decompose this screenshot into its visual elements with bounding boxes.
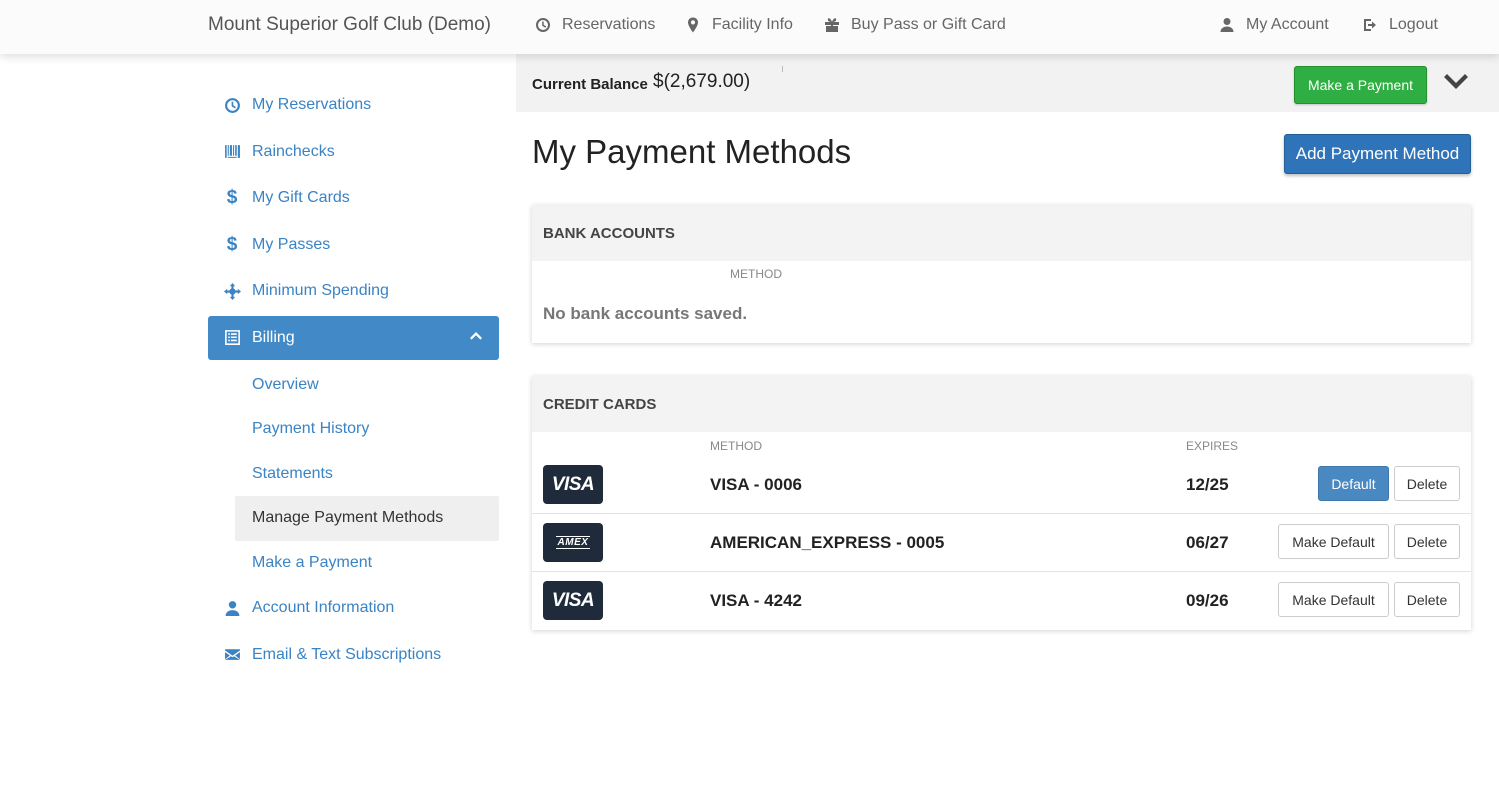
chevron-down-icon[interactable] (1442, 72, 1470, 94)
balance-divider (782, 66, 783, 72)
sidebar-item-rainchecks[interactable]: Rainchecks (208, 129, 499, 176)
amex-card-icon: AMEX (543, 523, 603, 562)
visa-card-icon: VISA (543, 465, 603, 504)
table-row: VISA VISA - 0006 12/25 Default Delete (532, 456, 1471, 514)
sidebar-item-label: Minimum Spending (252, 282, 389, 300)
delete-button[interactable]: Delete (1394, 524, 1460, 559)
sidebar-item-label: My Gift Cards (252, 189, 350, 207)
bank-empty-message: No bank accounts saved. (543, 304, 748, 323)
card-method: VISA - 4242 (710, 591, 802, 610)
table-row: AMEX AMERICAN_EXPRESS - 0005 06/27 Make … (532, 514, 1471, 572)
submenu-manage-payment-methods[interactable]: Manage Payment Methods (235, 496, 499, 541)
sidebar-item-email-subscriptions[interactable]: Email & Text Subscriptions (208, 632, 499, 679)
dollar-icon: $ (226, 233, 238, 255)
nav-buy-label: Buy Pass or Gift Card (851, 16, 1006, 33)
gift-icon (825, 18, 839, 32)
nav-reservations[interactable]: Reservations (535, 16, 655, 34)
make-default-button[interactable]: Make Default (1278, 524, 1389, 559)
balance-value: $(2,679.00) (653, 71, 751, 92)
sidebar-item-label: Rainchecks (252, 142, 335, 160)
delete-button[interactable]: Delete (1394, 582, 1460, 617)
bank-method-column-header: METHOD (730, 267, 782, 281)
clock-icon (223, 96, 241, 114)
sidebar-item-label: Account Information (252, 599, 395, 617)
nav-logout[interactable]: Logout (1362, 16, 1438, 34)
billing-submenu: Overview Payment History Statements Mana… (235, 363, 499, 586)
list-icon (223, 329, 241, 347)
nav-my-account-label: My Account (1246, 16, 1329, 33)
dollar-icon: $ (226, 187, 238, 209)
sidebar-item-my-passes[interactable]: $ My Passes (208, 222, 499, 269)
balance-bar: Current Balance $(2,679.00) Make a Payme… (516, 54, 1499, 112)
sidebar-item-minimum-spending[interactable]: Minimum Spending (208, 268, 499, 315)
sidebar-item-label: Billing (252, 328, 295, 346)
table-row: VISA VISA - 4242 09/26 Make Default Dele… (532, 572, 1471, 630)
submenu-make-a-payment[interactable]: Make a Payment (235, 541, 499, 586)
barcode-icon (223, 143, 241, 161)
make-default-button[interactable]: Make Default (1278, 582, 1389, 617)
crosshair-icon (223, 282, 241, 300)
bank-accounts-heading: BANK ACCOUNTS (532, 205, 1471, 261)
sidebar-item-account-information[interactable]: Account Information (208, 585, 499, 632)
credit-cards-panel: CREDIT CARDS METHOD EXPIRES VISA VISA - … (532, 376, 1471, 630)
default-button[interactable]: Default (1318, 466, 1389, 501)
sidebar-item-label: Email & Text Subscriptions (252, 645, 442, 663)
card-expires: 09/26 (1186, 591, 1229, 610)
bank-accounts-panel: BANK ACCOUNTS METHOD No bank accounts sa… (532, 205, 1471, 343)
card-expires: 06/27 (1186, 533, 1229, 552)
user-icon (223, 599, 241, 617)
map-pin-icon (688, 17, 698, 33)
nav-reservations-label: Reservations (562, 16, 656, 33)
add-payment-method-button[interactable]: Add Payment Method (1284, 134, 1471, 174)
make-payment-button[interactable]: Make a Payment (1294, 66, 1427, 104)
submenu-payment-history[interactable]: Payment History (235, 407, 499, 452)
sidebar-item-label: My Passes (252, 235, 331, 253)
visa-card-icon: VISA (543, 581, 603, 620)
sidebar: My Reservations Rainchecks $ My Gift Car… (208, 82, 499, 678)
card-method: AMERICAN_EXPRESS - 0005 (710, 533, 945, 552)
envelope-icon (223, 646, 241, 664)
nav-facility-label: Facility Info (712, 16, 793, 33)
nav-my-account[interactable]: My Account (1219, 16, 1329, 34)
sidebar-item-my-reservations[interactable]: My Reservations (208, 82, 499, 129)
card-expires-column-header: EXPIRES (1186, 439, 1239, 453)
nav-buy-pass[interactable]: Buy Pass or Gift Card (824, 16, 1006, 34)
submenu-statements[interactable]: Statements (235, 452, 499, 497)
submenu-overview[interactable]: Overview (235, 363, 499, 408)
card-method: VISA - 0006 (710, 475, 802, 494)
card-expires: 12/25 (1186, 475, 1229, 494)
card-method-column-header: METHOD (710, 439, 762, 453)
top-navbar: Mount Superior Golf Club (Demo) Reservat… (0, 0, 1499, 54)
brand-title[interactable]: Mount Superior Golf Club (Demo) (208, 14, 491, 36)
page-title: My Payment Methods (532, 133, 852, 170)
nav-logout-label: Logout (1389, 16, 1438, 33)
clock-icon (536, 18, 550, 32)
balance-label: Current Balance (532, 76, 648, 93)
user-icon (1220, 18, 1234, 32)
delete-button[interactable]: Delete (1394, 466, 1460, 501)
sidebar-item-billing[interactable]: Billing (208, 315, 499, 360)
credit-cards-heading: CREDIT CARDS (532, 376, 1471, 432)
nav-facility-info[interactable]: Facility Info (685, 16, 793, 34)
sidebar-item-label: My Reservations (252, 96, 372, 114)
sidebar-item-my-gift-cards[interactable]: $ My Gift Cards (208, 175, 499, 222)
logout-icon (1364, 19, 1376, 31)
chevron-up-icon[interactable] (469, 329, 483, 343)
